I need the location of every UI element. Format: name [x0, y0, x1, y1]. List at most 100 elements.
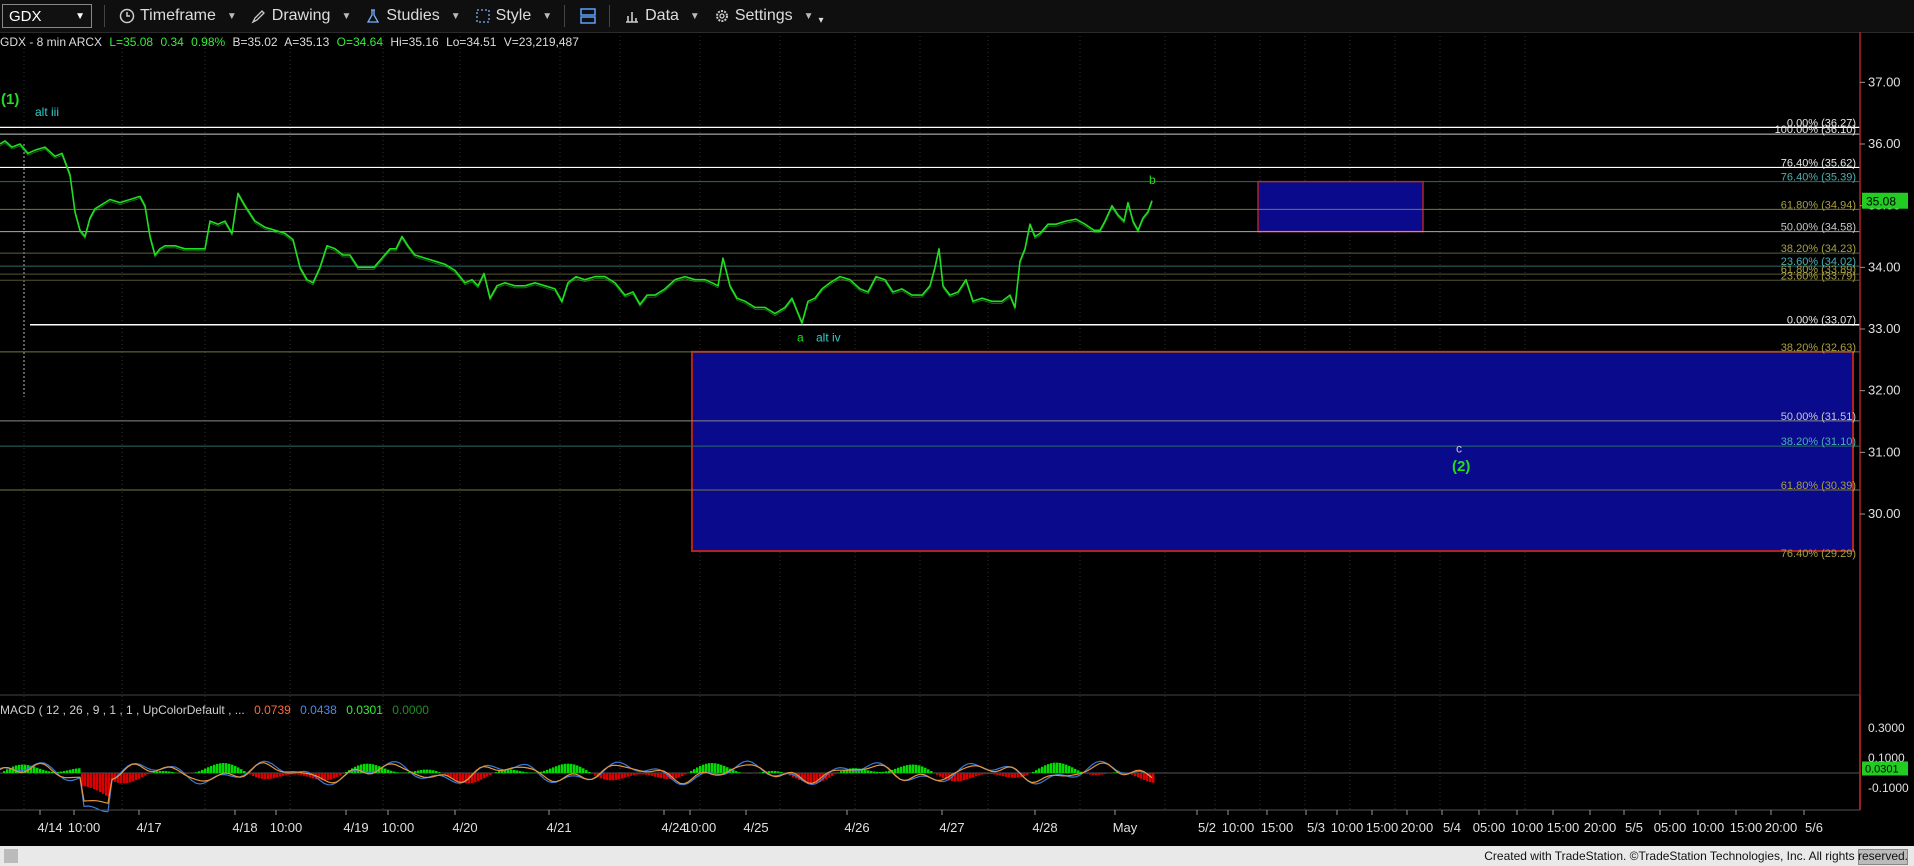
- macd-histogram-bar: [870, 771, 873, 773]
- layout-button[interactable]: [579, 7, 597, 25]
- data-button[interactable]: Data ▼: [624, 7, 700, 25]
- macd-histogram-bar: [780, 772, 783, 773]
- y-tick-label: 32.00: [1868, 383, 1901, 398]
- macd-histogram-bar: [510, 769, 513, 773]
- macd-histogram-bar: [297, 773, 300, 775]
- macd-histogram-bar: [654, 773, 657, 777]
- macd-histogram-bar: [678, 773, 681, 778]
- x-tick-label: 5/3: [1307, 820, 1325, 835]
- macd-histogram-bar: [567, 763, 570, 773]
- macd-histogram-bar: [1137, 773, 1140, 778]
- y-tick-label: 37.00: [1868, 74, 1901, 89]
- macd-histogram-bar: [699, 765, 702, 773]
- macd-histogram-bar: [747, 773, 750, 774]
- x-tick-label: 20:00: [1401, 820, 1434, 835]
- toolbar-separator: [564, 5, 566, 27]
- macd-histogram-bar: [486, 773, 489, 777]
- fib-label: 50.00% (34.58): [1781, 222, 1856, 234]
- wave-label: (1): [1, 91, 19, 108]
- studies-label: Studies: [386, 7, 440, 24]
- dropdown-caret-icon: ▼: [542, 10, 553, 22]
- b-wave-target-box: [1257, 180, 1424, 233]
- macd-histogram-bar: [999, 773, 1002, 776]
- net-change: 0.34: [160, 35, 184, 49]
- macd-histogram-bar: [714, 763, 717, 773]
- x-tick-label: 05:00: [1473, 820, 1506, 835]
- macd-histogram-bar: [630, 773, 633, 776]
- macd-histogram-bar: [525, 772, 528, 773]
- x-tick-label: 4/28: [1032, 820, 1057, 835]
- macd-histogram-bar: [435, 771, 438, 773]
- macd-histogram-bar: [477, 773, 480, 782]
- macd-histogram-bar: [909, 764, 912, 773]
- fib-label: 0.00% (33.07): [1787, 315, 1856, 327]
- flask-icon: [367, 9, 380, 23]
- macd-histogram-bar: [810, 773, 813, 784]
- settings-label: Settings: [734, 7, 793, 24]
- macd-histogram-bar: [693, 769, 696, 773]
- x-tick-label: 20:00: [1765, 820, 1798, 835]
- scroll-left-button[interactable]: [4, 849, 18, 863]
- x-tick-label: 10:00: [1331, 820, 1364, 835]
- wave-label: alt iii: [35, 105, 59, 119]
- macd-histogram-bar: [588, 771, 591, 773]
- macd-histogram-bar: [330, 773, 333, 780]
- macd-histogram-bar: [882, 771, 885, 773]
- macd-histogram-bar: [627, 773, 630, 777]
- macd-histogram-bar: [645, 773, 648, 775]
- macd-histogram-bar: [423, 769, 426, 773]
- macd-histogram-bar: [1032, 771, 1035, 773]
- macd-histogram-bar: [456, 773, 459, 782]
- gear-icon: [715, 10, 728, 22]
- style-button[interactable]: Style ▼: [475, 7, 552, 25]
- macd-histogram-bar: [198, 771, 201, 773]
- macd-histogram-bar: [384, 768, 387, 773]
- x-tick-label: 4/25: [743, 820, 768, 835]
- symbol-selector[interactable]: GDX ▼: [2, 4, 92, 28]
- price-axis: 30.0031.0032.0033.0034.0035.0036.0037.00…: [1859, 32, 1908, 810]
- drawing-button[interactable]: Drawing ▼: [251, 7, 351, 25]
- macd-histogram-bar: [414, 771, 417, 773]
- macd-histogram-bar: [558, 765, 561, 773]
- macd-histogram-bar: [1059, 762, 1062, 773]
- macd-histogram-bar: [921, 766, 924, 773]
- price-range-line: [0, 142, 1153, 327]
- macd-histogram-bar: [333, 773, 336, 779]
- fib-label: 100.00% (36.10): [1775, 124, 1856, 136]
- macd-histogram-bar: [33, 766, 36, 773]
- macd-histogram-bar: [90, 773, 93, 788]
- macd-histogram-bar: [912, 764, 915, 773]
- macd-histogram-bar: [969, 773, 972, 779]
- macd-histogram-bar: [261, 773, 264, 779]
- macd-histogram-bar: [186, 773, 189, 774]
- macd-histogram-bar: [591, 773, 594, 774]
- x-tick-label: 5/5: [1625, 820, 1643, 835]
- settings-button[interactable]: Settings ▼ ▾: [714, 7, 824, 26]
- macd-histogram-bar: [66, 770, 69, 773]
- macd-histogram-bar: [660, 773, 663, 779]
- pct-change: 0.98%: [191, 35, 225, 49]
- macd-histogram-bar: [915, 764, 918, 773]
- macd-histogram-bar: [924, 767, 927, 773]
- macd-histogram-bar: [1005, 773, 1008, 777]
- macd-histogram-bar: [282, 773, 285, 776]
- macd-histogram-bar: [552, 767, 555, 773]
- y-tick-label: 36.00: [1868, 136, 1901, 151]
- macd-histogram-bar: [993, 773, 996, 775]
- macd-histogram-bar: [417, 770, 420, 773]
- wave-label: a: [797, 330, 804, 344]
- macd-histogram-bar: [483, 773, 486, 779]
- toolbar: GDX ▼ Timeframe ▼ Drawing ▼ Studies ▼ St…: [0, 0, 1914, 33]
- macd-tick-label: 0.3000: [1868, 721, 1905, 735]
- status-footer: Created with TradeStation. ©TradeStation…: [0, 846, 1914, 866]
- timeframe-button[interactable]: Timeframe ▼: [119, 7, 237, 25]
- macd-histogram-bar: [900, 766, 903, 773]
- macd-histogram-bar: [1077, 770, 1080, 773]
- x-tick-label: 4/19: [343, 820, 368, 835]
- y-tick-label: 30.00: [1868, 506, 1901, 521]
- macd-histogram-bar: [864, 769, 867, 773]
- macd-histogram-bar: [495, 772, 498, 773]
- macd-histogram-bar: [657, 773, 660, 778]
- price-chart[interactable]: 0.00% (36.27)100.00% (36.10)76.40% (35.6…: [0, 32, 1914, 846]
- studies-button[interactable]: Studies ▼: [365, 7, 461, 25]
